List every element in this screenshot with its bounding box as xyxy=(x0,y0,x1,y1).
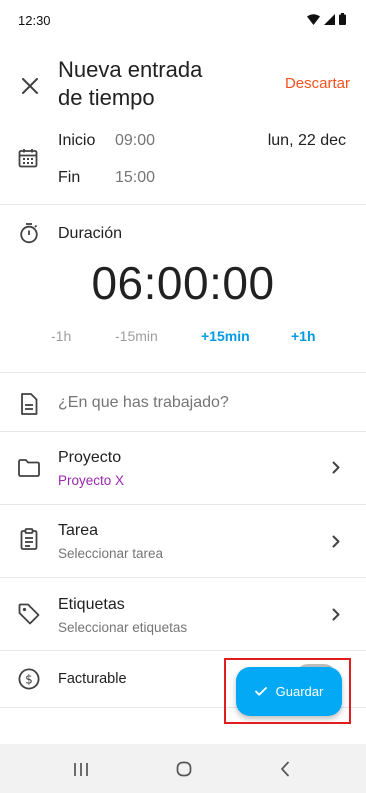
svg-text:$: $ xyxy=(25,673,33,687)
tag-icon xyxy=(18,603,40,625)
start-time-value[interactable]: 09:00 xyxy=(115,132,155,150)
calendar-icon xyxy=(18,149,38,168)
page-title-line1: Nueva entrada xyxy=(58,57,203,82)
battery-icon xyxy=(339,13,346,25)
page-title: Nueva entrada de tiempo xyxy=(58,56,258,112)
header: Nueva entrada de tiempo Descartar xyxy=(0,52,366,114)
end-time-value[interactable]: 15:00 xyxy=(115,169,155,187)
folder-icon xyxy=(18,459,40,477)
description-field[interactable]: ¿En que has trabajado? xyxy=(0,373,366,431)
plus-hour-button[interactable]: +1h xyxy=(291,328,316,344)
status-icons xyxy=(307,13,346,25)
start-time-label: Inicio xyxy=(58,132,96,149)
home-button[interactable] xyxy=(176,761,192,777)
system-nav-bar xyxy=(0,744,366,793)
page-title-line2: de tiempo xyxy=(58,85,155,110)
project-title: Proyecto xyxy=(58,449,122,466)
clipboard-icon xyxy=(20,528,38,550)
divider xyxy=(0,204,366,205)
project-value: Proyecto X xyxy=(58,473,125,488)
end-time-label: Fin xyxy=(58,169,81,186)
stopwatch-icon xyxy=(20,223,38,244)
signal-icon xyxy=(324,13,335,25)
close-icon xyxy=(22,78,38,94)
task-row[interactable]: Tarea Seleccionar tarea xyxy=(0,505,366,577)
wifi-icon xyxy=(307,13,320,25)
duration-label: Duración xyxy=(58,225,123,242)
document-icon xyxy=(21,393,38,415)
end-time-row: Fin 15:00 xyxy=(58,169,155,187)
tags-subtitle: Seleccionar etiquetas xyxy=(58,620,188,635)
time-range-section: Inicio 09:00 Fin 15:00 lun, 22 dec xyxy=(0,124,366,204)
recent-apps-button[interactable] xyxy=(73,762,89,777)
project-row[interactable]: Proyecto Proyecto X xyxy=(0,432,366,504)
chevron-right-icon xyxy=(332,461,340,474)
duration-section: Duración 06:00:00 -1h -15min +15min +1h xyxy=(0,206,366,372)
description-placeholder: ¿En que has trabajado? xyxy=(58,394,229,411)
dollar-icon: $ xyxy=(18,668,40,690)
highlight-box xyxy=(224,658,351,724)
status-time: 12:30 xyxy=(18,13,51,28)
tags-row[interactable]: Etiquetas Seleccionar etiquetas xyxy=(0,578,366,650)
minus-15min-button[interactable]: -15min xyxy=(115,328,158,344)
task-title: Tarea xyxy=(58,522,99,539)
close-button[interactable] xyxy=(16,72,44,100)
task-subtitle: Seleccionar tarea xyxy=(58,546,164,561)
billable-label: Facturable xyxy=(58,671,127,687)
start-time-row: Inicio 09:00 xyxy=(58,132,155,150)
tags-title: Etiquetas xyxy=(58,596,125,613)
chevron-right-icon xyxy=(332,535,340,548)
minus-hour-button[interactable]: -1h xyxy=(51,328,71,344)
date-value[interactable]: lun, 22 dec xyxy=(268,132,346,150)
duration-value[interactable]: 06:00:00 xyxy=(0,256,366,310)
back-button[interactable] xyxy=(280,761,290,777)
discard-button[interactable]: Descartar xyxy=(285,75,350,92)
status-bar: 12:30 xyxy=(0,0,366,40)
plus-15min-button[interactable]: +15min xyxy=(201,328,250,344)
chevron-right-icon xyxy=(332,608,340,621)
